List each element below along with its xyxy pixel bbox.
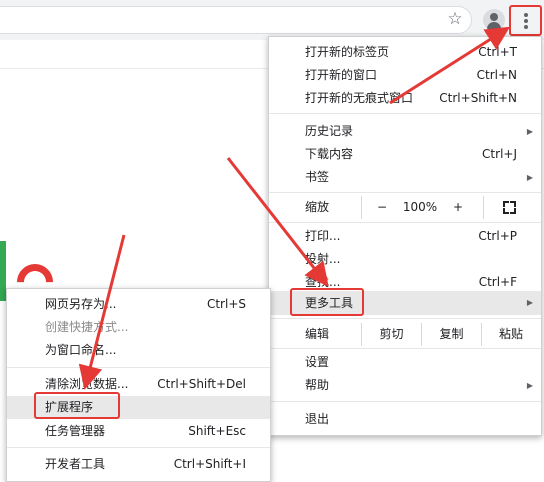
bookmark-star-icon[interactable]: ☆ <box>445 9 465 29</box>
submenu-item-save-as[interactable]: 网页另存为... Ctrl+S <box>7 293 270 316</box>
menu-item-help[interactable]: 帮助 ▶ <box>269 374 541 397</box>
more-tools-highlight <box>290 288 364 316</box>
menu-separator <box>269 113 541 114</box>
chrome-main-menu: 打开新的标签页 Ctrl+T 打开新的窗口 Ctrl+N 打开新的无痕式窗口 C… <box>268 36 542 436</box>
cut-button[interactable]: 剪切 <box>362 323 421 346</box>
menu-item-downloads[interactable]: 下载内容 Ctrl+J <box>269 143 541 166</box>
extensions-highlight <box>34 392 120 419</box>
paste-button[interactable]: 粘贴 <box>482 323 540 346</box>
submenu-arrow-icon: ▶ <box>526 298 533 307</box>
browser-toolbar: ☆ <box>0 0 544 40</box>
submenu-item-task-manager[interactable]: 任务管理器 Shift+Esc <box>7 420 270 443</box>
copy-button[interactable]: 复制 <box>422 323 481 346</box>
menu-item-history[interactable]: 历史记录 ▶ <box>269 120 541 143</box>
submenu-item-create-shortcut: 创建快捷方式... <box>45 320 129 334</box>
menu-separator <box>269 318 541 319</box>
menu-row-edit: 编辑 剪切 复制 粘贴 <box>269 323 541 346</box>
menu-item-print[interactable]: 打印... Ctrl+P <box>269 225 541 248</box>
menu-separator <box>7 447 270 448</box>
submenu-arrow-icon: ▶ <box>526 381 533 390</box>
menu-item-new-window[interactable]: 打开新的窗口 Ctrl+N <box>269 64 541 87</box>
more-options-highlight <box>509 5 542 36</box>
profile-avatar-icon[interactable] <box>483 9 505 31</box>
menu-separator <box>269 222 541 223</box>
submenu-arrow-icon: ▶ <box>526 173 533 182</box>
fullscreen-icon[interactable] <box>503 201 516 214</box>
menu-item-bookmarks[interactable]: 书签 ▶ <box>269 166 541 189</box>
menu-separator <box>269 348 541 349</box>
menu-item-settings[interactable]: 设置 <box>269 351 541 374</box>
menu-item-incognito[interactable]: 打开新的无痕式窗口 Ctrl+Shift+N <box>269 87 541 110</box>
address-bar[interactable] <box>0 6 472 34</box>
zoom-out-button[interactable]: − <box>375 196 389 219</box>
zoom-in-button[interactable]: + <box>451 196 465 219</box>
menu-item-new-tab[interactable]: 打开新的标签页 Ctrl+T <box>269 41 541 64</box>
menu-item-cast[interactable]: 投射... <box>269 248 541 271</box>
menu-separator <box>269 192 541 193</box>
menu-separator <box>7 367 270 368</box>
zoom-level-value: 100% <box>402 200 438 214</box>
menu-row-zoom: 缩放 − 100% + <box>269 196 541 219</box>
submenu-item-dev-tools[interactable]: 开发者工具 Ctrl+Shift+I <box>7 453 270 476</box>
submenu-item-name-window[interactable]: 为窗口命名... <box>7 339 270 362</box>
submenu-arrow-icon: ▶ <box>526 127 533 136</box>
menu-item-exit[interactable]: 退出 <box>269 408 541 431</box>
menu-separator <box>269 401 541 402</box>
more-tools-submenu: 网页另存为... Ctrl+S 创建快捷方式... 为窗口命名... 清除浏览数… <box>6 288 271 482</box>
